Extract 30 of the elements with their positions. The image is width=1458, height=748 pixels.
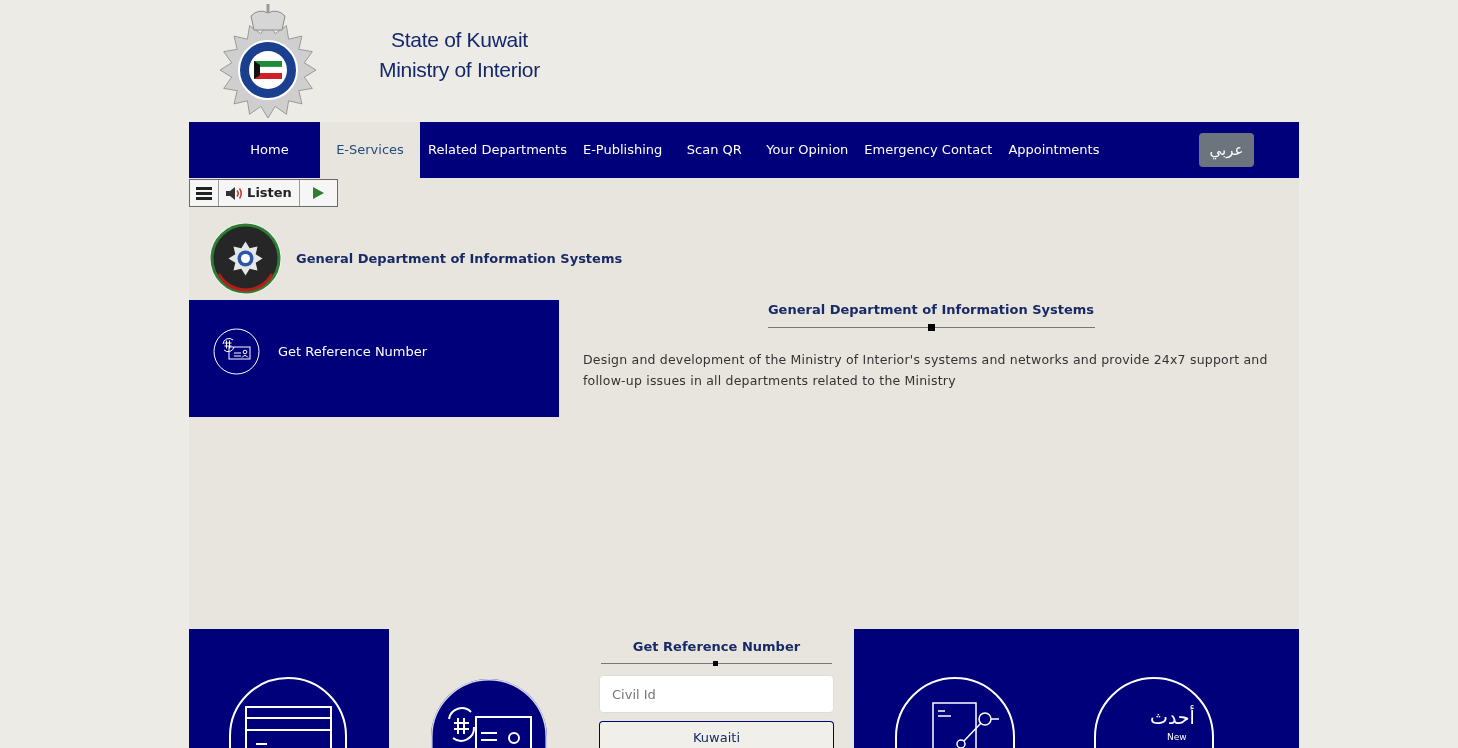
nav-tab[interactable]: Appointments (1000, 122, 1108, 178)
reference-number-icon (431, 679, 547, 748)
nav-tab[interactable]: Scan QR (670, 122, 759, 178)
nav-tab[interactable]: Emergency Contact (856, 122, 1001, 178)
card-icon (229, 677, 347, 748)
site-title: Ministry of Interior (379, 57, 540, 83)
play-icon (313, 187, 324, 199)
civil-id-field[interactable]: Civil Id (599, 675, 834, 713)
department-name: General Department of Information Systems (296, 249, 623, 268)
reference-number-icon (213, 328, 260, 375)
document-network-icon (895, 677, 1015, 748)
logo-english-text: New (1167, 732, 1187, 743)
nav-tab[interactable]: Home (189, 122, 320, 178)
nav-tab[interactable]: Your Opinion (758, 122, 857, 178)
nav-tab[interactable]: E-Publishing (574, 122, 671, 178)
logo-arabic-text: أحدث (1150, 705, 1195, 729)
nav-tab[interactable]: Related Departments (420, 122, 575, 178)
language-button[interactable]: عربي (1199, 133, 1254, 167)
site-title: State of Kuwait (391, 27, 528, 53)
menu-icon (196, 186, 212, 200)
nav-tab[interactable]: E-Services (320, 122, 420, 178)
square-marker-icon (713, 661, 718, 666)
service-link[interactable]: Get Reference Number (213, 328, 559, 375)
speaker-icon (226, 186, 244, 200)
listen-button[interactable]: Listen (219, 180, 300, 206)
about-text: Design and development of the Ministry of Interior's systems and networks and provide 24x7 support and follow-up issues in all departments related to the Ministry (583, 351, 1269, 390)
about-title: General Department of Information Systems (767, 302, 1095, 318)
kuwaiti-button[interactable]: Kuwaiti (599, 721, 834, 748)
form-title: Get Reference Number (632, 639, 801, 655)
square-marker-icon (927, 324, 935, 331)
